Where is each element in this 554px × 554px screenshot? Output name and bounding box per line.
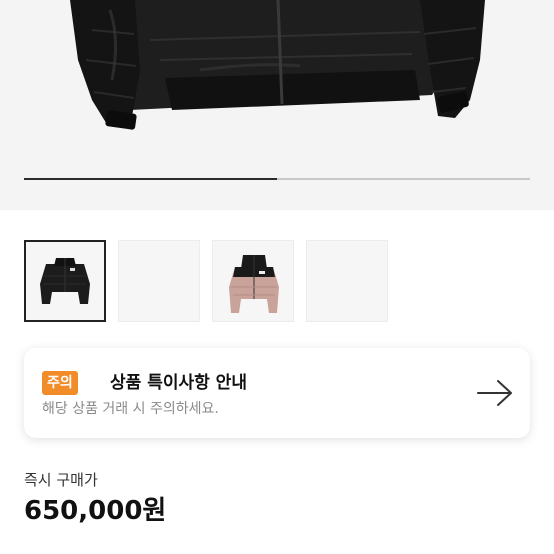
notice-subtitle: 해당 상품 거래 시 주의하세요. <box>42 401 219 417</box>
caution-badge: 주의 <box>42 371 78 395</box>
thumbnail-pink-puffer[interactable] <box>212 240 294 322</box>
thumbnail-blank-1[interactable] <box>118 240 200 322</box>
thumbnail-blank-2[interactable] <box>306 240 388 322</box>
thumbnail-strip <box>24 240 388 324</box>
instant-buy-price-label: 즉시 구매가 <box>24 471 98 489</box>
pink-puffer-thumbnail-image <box>229 255 279 313</box>
product-image-carousel[interactable] <box>0 0 554 210</box>
image-progress-bar <box>24 178 530 180</box>
image-progress-fill <box>24 178 277 180</box>
black-puffer-jacket-image <box>70 0 485 130</box>
black-puffer-thumbnail-image <box>40 258 90 304</box>
arrow-right-icon[interactable] <box>476 379 514 407</box>
instant-buy-price: 650,000원 <box>24 496 167 526</box>
notice-title: 상품 특이사항 안내 <box>110 373 247 393</box>
product-page: 주의 상품 특이사항 안내 해당 상품 거래 시 주의하세요. 즉시 구매가 6… <box>0 0 554 554</box>
thumbnail-black-puffer[interactable] <box>24 240 106 322</box>
product-notice-card[interactable]: 주의 상품 특이사항 안내 해당 상품 거래 시 주의하세요. <box>24 348 530 438</box>
